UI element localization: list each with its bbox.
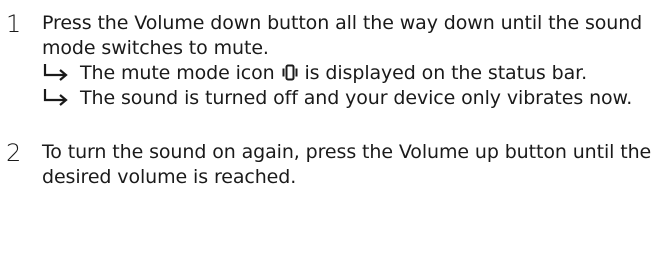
result-arrow-icon: [43, 89, 68, 106]
step-result: The sound is turned off and your device …: [42, 86, 652, 111]
result-arrow-icon: [43, 64, 68, 81]
result-text: The sound is turned off and your device …: [80, 87, 633, 109]
step-result: The mute mode icon is displayed on the s…: [42, 61, 652, 86]
result-text-before-icon: The mute mode icon: [80, 62, 281, 84]
step-2: 2 To turn the sound on again, press the …: [0, 140, 652, 190]
step-number: 1: [6, 10, 22, 38]
instruction-steps: 1 Press the Volume down button all the w…: [0, 0, 652, 190]
step-1: 1 Press the Volume down button all the w…: [0, 11, 652, 111]
step-number: 2: [6, 139, 22, 167]
step-text: To turn the sound on again, press the Vo…: [42, 141, 652, 188]
vibrate-icon: [282, 64, 298, 81]
result-text-after-icon: is displayed on the status bar.: [298, 62, 588, 84]
step-text: Press the Volume down button all the way…: [42, 12, 643, 59]
